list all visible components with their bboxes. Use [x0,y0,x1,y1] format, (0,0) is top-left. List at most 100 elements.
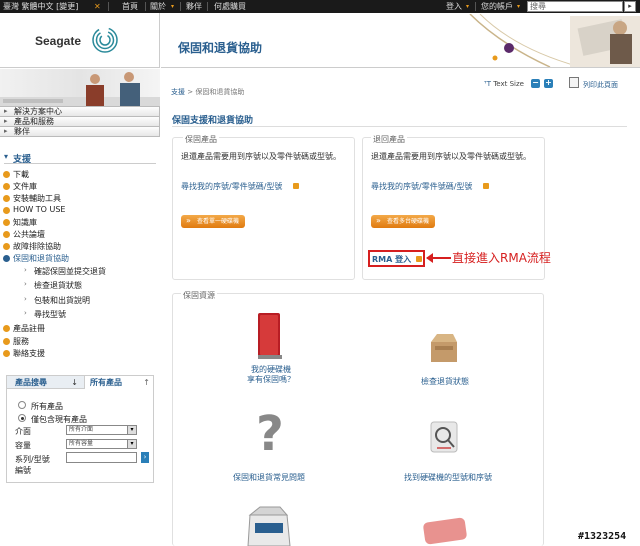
shipping-box-image [247,506,291,546]
about-link[interactable]: 關於 [150,1,166,12]
image-id-watermark: #1323254 [578,531,627,542]
breadcrumb-separator: > [187,88,194,96]
interface-select-value: 所有介面 [69,426,94,433]
radio-all-products[interactable] [18,401,26,409]
separator [207,2,208,11]
radio-current-products[interactable] [18,414,26,422]
about-dropdown-icon[interactable]: ▾ [171,1,174,12]
series-model-input[interactable] [66,452,137,463]
capacity-select[interactable]: 所有容量 ▾ [66,439,137,449]
card-description: 退還產品需要用到序號以及零件號碼或型號。 [181,152,341,161]
pink-drive-image [423,517,467,545]
resource-warranty-faq[interactable]: 保固和退貨常見問題 [224,473,314,483]
nav-tab-partners[interactable]: 夥伴 [0,126,160,137]
nav-item-library[interactable]: 文件庫 [13,181,37,192]
page-title: 保固支援和退貨協助 [172,116,254,126]
interface-select[interactable]: 所有介面 ▾ [66,425,137,435]
nav-item-warranty[interactable]: 保固和退貨協助 [13,253,69,264]
tab-all-products-label: 所有產品 [90,378,122,387]
tab-product-search[interactable]: 產品搜尋 ↓ [7,376,85,389]
chevron-right-icon: › [24,309,27,317]
link-arrow-icon [293,183,299,189]
seagate-mark-icon: ✕ [94,2,101,11]
question-mark-image[interactable]: ? [254,405,284,460]
card-heading: 保固產品 [183,134,219,145]
resource-find-model-serial[interactable]: 找到硬碟機的型號和序號 [393,473,503,483]
rma-login-link[interactable]: RMA 登入 [372,254,411,265]
section-expanded-icon: ▾ [4,152,9,161]
top-navigation-bar: 臺灣 繁體中文 [變更] ✕ 首頁 關於 ▾ 夥伴 何處購買 登入 ▾ 您的帳戶… [0,0,640,13]
breadcrumb-support-link[interactable]: 支援 [171,88,185,96]
nav-item-registration[interactable]: 產品註冊 [13,323,45,334]
resource-my-drive-line1: 我的硬碟機 [251,365,291,374]
text-size-decrease-button[interactable]: − [531,79,540,88]
radio-all-products-label: 所有產品 [31,402,63,411]
external-drive-image[interactable] [255,311,285,361]
people-photo [0,69,160,107]
account-link[interactable]: 您的帳戶 [481,1,513,12]
seagate-logo[interactable]: Seagate [35,34,81,48]
tab-all-products[interactable]: 所有產品 ↑ [86,376,153,389]
bullet-icon [3,338,10,345]
partners-link[interactable]: 夥伴 [186,1,202,12]
breadcrumb-current: 保固和退貨協助 [195,88,245,96]
annotation-arrow-head-icon [426,253,433,263]
nav-item-knowledge-base[interactable]: 知識庫 [13,217,37,228]
subnav-item-find-model[interactable]: 尋找型號 [34,309,66,320]
print-page-link[interactable]: 列印此頁面 [583,80,618,90]
login-dropdown-icon[interactable]: ▾ [466,1,469,12]
capacity-select-value: 所有容量 [69,440,94,447]
home-link[interactable]: 首頁 [122,1,138,12]
text-size-label: ᵀT Text Size [484,80,524,88]
bullet-icon [3,219,10,226]
seagate-logo-rings-icon [92,27,118,53]
text-size-increase-button[interactable]: + [544,79,553,88]
series-label: 系列/型號 [15,455,50,464]
nav-item-forums[interactable]: 公共論壇 [13,229,45,240]
capacity-label: 容量 [15,441,31,450]
printer-icon[interactable] [569,77,579,88]
arrow-up-icon: ↑ [143,378,150,387]
nav-item-troubleshooting[interactable]: 故障排除協助 [13,241,61,252]
bullet-icon [3,195,10,202]
search-input[interactable] [527,1,623,12]
nav-item-downloads[interactable]: 下載 [13,169,29,180]
login-link[interactable]: 登入 [446,1,462,12]
bullet-icon [3,171,10,178]
link-arrow-icon [416,256,422,262]
nav-item-contact[interactable]: 聯絡支援 [13,348,45,359]
find-serial-link[interactable]: 尋找我的序號/零件號碼/型號 [181,181,282,192]
bullet-icon [3,207,10,214]
card-description: 退還產品需要用到序號以及零件號碼或型號。 [371,152,531,161]
nav-item-how-to-use[interactable]: HOW TO USE [13,205,65,214]
search-go-button[interactable]: ▸ [624,1,636,12]
product-search-go-button[interactable]: › [141,452,149,463]
check-single-drive-button[interactable]: 查看單一硬碟機 [181,215,245,228]
subnav-item-check-warranty[interactable]: 確認保固並提交退貨 [34,266,106,277]
where-to-buy-link[interactable]: 何處購買 [214,1,246,12]
region-selector[interactable]: 臺灣 繁體中文 [變更] [3,1,78,12]
account-dropdown-icon[interactable]: ▾ [517,1,520,12]
resource-check-return-status[interactable]: 檢查退貨狀態 [410,377,480,387]
open-box-image[interactable] [427,330,461,364]
chevron-right-icon: › [24,266,27,274]
resource-my-drive-warranty[interactable]: 我的硬碟機 享有保固嗎？ [236,365,306,385]
nav-item-services[interactable]: 服務 [13,336,29,347]
check-multiple-drives-button[interactable]: 查看多台硬碟機 [371,215,435,228]
series-label-line2: 編號 [15,466,31,475]
subnav-item-return-status[interactable]: 檢查退貨狀態 [34,280,82,291]
subnav-item-packaging[interactable]: 包裝和出貨說明 [34,295,90,306]
page-header-title: 保固和退貨協助 [178,41,263,55]
people-illustration [0,72,160,107]
bullet-icon [3,325,10,332]
left-navigation: 解決方案中心 產品和服務 夥伴 [0,106,160,137]
resource-my-drive-line2: 享有保固嗎？ [247,375,295,384]
nav-item-install-tools[interactable]: 安裝輔助工具 [13,193,61,204]
svg-text:?: ? [256,406,284,460]
separator [108,2,109,11]
bullet-icon [3,350,10,357]
link-arrow-icon [483,183,489,189]
find-serial-link[interactable]: 尋找我的序號/零件號碼/型號 [371,181,472,192]
magnifier-drive-image[interactable] [425,420,463,454]
bullet-icon [3,183,10,190]
